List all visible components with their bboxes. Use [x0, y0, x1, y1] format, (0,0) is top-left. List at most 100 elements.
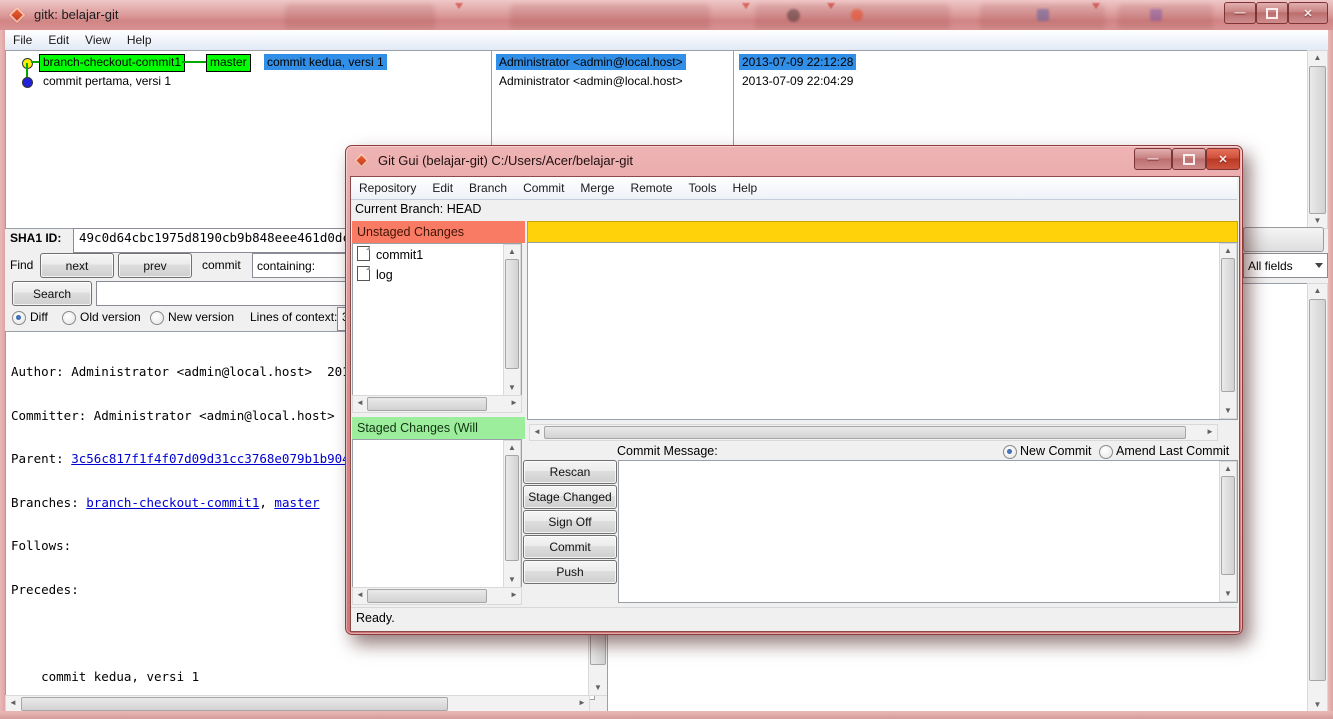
- scrollbar-thumb[interactable]: [544, 426, 1186, 439]
- branch-link[interactable]: branch-checkout-commit1: [86, 495, 259, 510]
- search-button[interactable]: Search: [12, 281, 92, 306]
- new-commit-radio[interactable]: [1003, 445, 1017, 459]
- scroll-left-icon[interactable]: ◄: [354, 396, 366, 412]
- scrollbar-thumb[interactable]: [505, 455, 519, 561]
- file-list-scrollbar[interactable]: ▲ ▼: [1307, 283, 1328, 713]
- scrollbar-thumb[interactable]: [1221, 258, 1235, 392]
- scroll-down-icon[interactable]: ▼: [1308, 217, 1327, 225]
- staged-list-scrollbar[interactable]: ▲ ▼: [503, 440, 521, 588]
- scrollbar-thumb[interactable]: [1309, 299, 1326, 681]
- menu-commit[interactable]: Commit: [515, 179, 572, 197]
- menu-view[interactable]: View: [77, 31, 119, 49]
- scroll-down-icon[interactable]: ▼: [1220, 407, 1236, 415]
- menu-tools[interactable]: Tools: [680, 179, 724, 197]
- scrollbar-thumb[interactable]: [21, 697, 448, 711]
- menu-help[interactable]: Help: [724, 179, 765, 197]
- scroll-left-icon[interactable]: ◄: [354, 588, 366, 604]
- gitgui-menubar: Repository Edit Branch Commit Merge Remo…: [351, 177, 1237, 200]
- commit-author[interactable]: Administrator <admin@local.host>: [496, 73, 686, 89]
- push-button[interactable]: Push: [523, 560, 617, 584]
- scroll-up-icon[interactable]: ▲: [1308, 54, 1327, 62]
- menu-merge[interactable]: Merge: [572, 179, 622, 197]
- diff-hscrollbar[interactable]: ◄ ►: [529, 424, 1218, 441]
- toolbar-field-fragment[interactable]: [1243, 227, 1324, 252]
- scrollbar-thumb[interactable]: [1221, 476, 1235, 575]
- commit-date-selected[interactable]: 2013-07-09 22:12:28: [739, 54, 856, 70]
- commit-button[interactable]: Commit: [523, 535, 617, 559]
- menu-help[interactable]: Help: [119, 31, 160, 49]
- scroll-left-icon[interactable]: ◄: [7, 696, 19, 712]
- close-button[interactable]: ✕: [1206, 148, 1240, 170]
- parent-sha-link[interactable]: 3c56c817f1f4f07d09d31cc3768e079b1b90470: [71, 451, 365, 466]
- diff-radio[interactable]: [12, 311, 26, 325]
- rescan-button[interactable]: Rescan: [523, 460, 617, 484]
- scroll-right-icon[interactable]: ►: [508, 588, 520, 604]
- staged-list-hscrollbar[interactable]: ◄ ►: [352, 587, 522, 605]
- menu-branch[interactable]: Branch: [461, 179, 515, 197]
- commit-message-scrollbar[interactable]: ▲ ▼: [1219, 461, 1237, 602]
- commit-subject[interactable]: commit pertama, versi 1: [40, 73, 174, 89]
- scroll-right-icon[interactable]: ►: [508, 396, 520, 412]
- ref-label-branch[interactable]: branch-checkout-commit1: [39, 54, 185, 72]
- scroll-left-icon[interactable]: ◄: [531, 425, 543, 440]
- find-prev-button[interactable]: prev: [118, 253, 192, 278]
- scroll-up-icon[interactable]: ▲: [504, 444, 520, 452]
- scroll-down-icon[interactable]: ▼: [504, 384, 520, 392]
- gitgui-client-area: Repository Edit Branch Commit Merge Remo…: [350, 176, 1240, 632]
- ref-label-master[interactable]: master: [206, 54, 251, 72]
- commit-list-scrollbar[interactable]: ▲ ▼: [1307, 50, 1328, 229]
- scrollbar-thumb[interactable]: [1309, 66, 1326, 214]
- master-link[interactable]: master: [274, 495, 319, 510]
- scroll-down-icon[interactable]: ▼: [1220, 590, 1236, 598]
- menu-remote[interactable]: Remote: [622, 179, 680, 197]
- gitgui-window: Git Gui (belajar-git) C:/Users/Acer/bela…: [345, 145, 1243, 635]
- scroll-up-icon[interactable]: ▲: [504, 248, 520, 256]
- file-name[interactable]: commit1: [376, 248, 423, 262]
- all-fields-dropdown[interactable]: All fields: [1243, 253, 1328, 278]
- file-list-item[interactable]: commit1: [353, 244, 521, 264]
- maximize-button[interactable]: [1172, 148, 1206, 170]
- diff-view-area[interactable]: ▲ ▼: [527, 242, 1238, 420]
- scrollbar-thumb[interactable]: [367, 397, 487, 411]
- stage-changed-button[interactable]: Stage Changed: [523, 485, 617, 509]
- commit-subject-selected[interactable]: commit kedua, versi 1: [264, 54, 387, 70]
- staged-file-list[interactable]: ▲ ▼: [352, 439, 522, 589]
- scrollbar-thumb[interactable]: [505, 259, 519, 369]
- scroll-up-icon[interactable]: ▲: [1220, 465, 1236, 473]
- maximize-button[interactable]: [1256, 2, 1288, 24]
- new-version-radio[interactable]: [150, 311, 164, 325]
- unstaged-file-list[interactable]: commit1 log ▲ ▼: [352, 243, 522, 397]
- minimize-button[interactable]: —: [1224, 2, 1256, 24]
- old-version-radio[interactable]: [62, 311, 76, 325]
- menu-file[interactable]: File: [5, 31, 40, 49]
- commit-message-input[interactable]: ▲ ▼: [618, 460, 1238, 603]
- commit-date[interactable]: 2013-07-09 22:04:29: [739, 73, 856, 89]
- diff-scrollbar[interactable]: ▲ ▼: [1219, 243, 1237, 419]
- menu-edit[interactable]: Edit: [424, 179, 461, 197]
- scroll-down-icon[interactable]: ▼: [1308, 701, 1327, 709]
- commit-author-selected[interactable]: Administrator <admin@local.host>: [496, 54, 686, 70]
- file-list-item[interactable]: log: [353, 264, 521, 284]
- scroll-down-icon[interactable]: ▼: [504, 576, 520, 584]
- menu-edit[interactable]: Edit: [40, 31, 77, 49]
- unstaged-list-hscrollbar[interactable]: ◄ ►: [352, 395, 522, 413]
- find-label: Find: [10, 258, 33, 272]
- amend-last-commit-radio[interactable]: [1099, 445, 1113, 459]
- find-next-button[interactable]: next: [40, 253, 114, 278]
- ghost-tab-favicon: [1037, 9, 1049, 21]
- scroll-right-icon[interactable]: ►: [1204, 425, 1216, 440]
- scroll-up-icon[interactable]: ▲: [1220, 247, 1236, 255]
- scrollbar-thumb[interactable]: [367, 589, 487, 603]
- commit-node[interactable]: [22, 77, 33, 88]
- minimize-button[interactable]: —: [1134, 148, 1172, 170]
- close-button[interactable]: ✕: [1288, 2, 1328, 24]
- scroll-down-icon[interactable]: ▼: [589, 684, 607, 692]
- menu-repository[interactable]: Repository: [351, 179, 424, 197]
- scroll-up-icon[interactable]: ▲: [1308, 287, 1327, 295]
- file-name[interactable]: log: [376, 268, 393, 282]
- scroll-right-icon[interactable]: ►: [576, 696, 588, 712]
- gitgui-window-title: Git Gui (belajar-git) C:/Users/Acer/bela…: [378, 153, 633, 168]
- new-version-label: New version: [168, 310, 234, 324]
- unstaged-list-scrollbar[interactable]: ▲ ▼: [503, 244, 521, 396]
- sign-off-button[interactable]: Sign Off: [523, 510, 617, 534]
